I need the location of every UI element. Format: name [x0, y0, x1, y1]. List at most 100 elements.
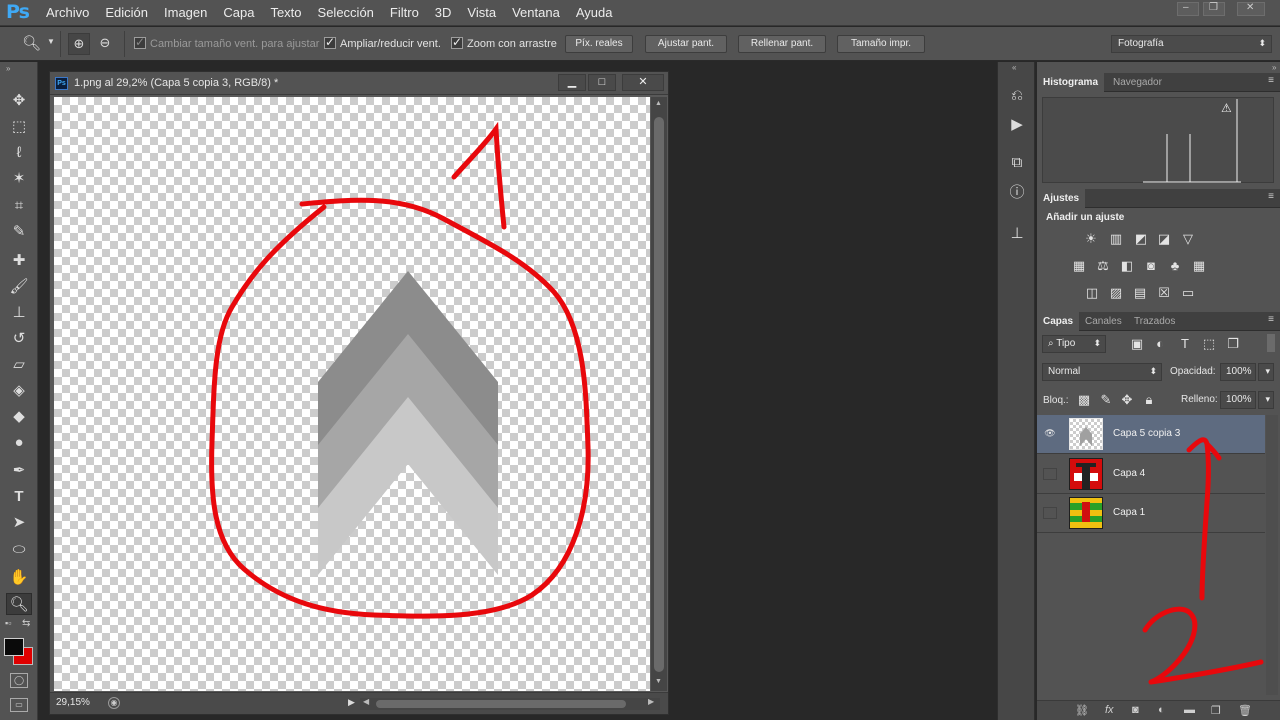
- fill-input[interactable]: 100%: [1220, 391, 1256, 409]
- scroll-down-icon[interactable]: ▼: [655, 678, 662, 685]
- brush-icon[interactable]: 🖌︎: [6, 276, 32, 298]
- menu-filtro[interactable]: Filtro: [382, 0, 427, 26]
- filter-adjustment-icon[interactable]: ◐: [1151, 336, 1169, 352]
- tab-navegador[interactable]: Navegador: [1107, 73, 1168, 92]
- opacity-input[interactable]: 100%: [1220, 363, 1256, 381]
- color-balance-icon[interactable]: ⚖: [1094, 258, 1112, 274]
- tab-canales[interactable]: Canales: [1079, 312, 1128, 331]
- marquee-icon[interactable]: ⬚: [6, 116, 32, 138]
- vertical-scrollbar[interactable]: ▲ ▼: [651, 97, 667, 691]
- scroll-right-icon[interactable]: ▶: [648, 697, 654, 706]
- history-icon[interactable]: ⎌: [1006, 85, 1028, 107]
- magic-wand-icon[interactable]: ✶: [6, 168, 32, 190]
- dodge-icon[interactable]: ●: [6, 432, 32, 454]
- histogram-warning-icon[interactable]: ⚠: [1221, 101, 1232, 115]
- workspace-select[interactable]: Fotografía ⬍: [1111, 35, 1272, 53]
- menu-capa[interactable]: Capa: [215, 0, 262, 26]
- curves-icon[interactable]: ◩: [1132, 231, 1150, 247]
- panel-menu-icon[interactable]: ≡: [1268, 314, 1274, 325]
- app-restore-button[interactable]: ❐: [1203, 2, 1225, 16]
- type-icon[interactable]: T: [6, 486, 32, 508]
- menu-archivo[interactable]: Archivo: [38, 0, 97, 26]
- delete-layer-icon[interactable]: 🗑︎: [1238, 704, 1252, 717]
- horizontal-scrollbar[interactable]: ◀ ▶: [360, 697, 660, 710]
- info-icon[interactable]: ⓘ: [1006, 182, 1028, 204]
- scrubby-zoom-checkbox[interactable]: Zoom con arrastre: [451, 35, 557, 51]
- vibrance-icon[interactable]: ▽: [1179, 231, 1197, 247]
- healing-brush-icon[interactable]: ✚: [6, 250, 32, 272]
- lasso-icon[interactable]: ℓ: [6, 142, 32, 164]
- color-lookup-icon[interactable]: ▦: [1190, 258, 1208, 274]
- doc-maximize-button[interactable]: □: [588, 74, 616, 91]
- zoom-out-icon[interactable]: ⊖: [94, 33, 116, 55]
- tool-presets-icon[interactable]: ⊥: [1006, 223, 1028, 245]
- black-white-icon[interactable]: ◧: [1118, 258, 1136, 274]
- channel-mixer-icon[interactable]: ♣: [1166, 258, 1184, 274]
- menu-imagen[interactable]: Imagen: [156, 0, 215, 26]
- scroll-left-icon[interactable]: ◀: [363, 697, 369, 706]
- tab-ajustes[interactable]: Ajustes: [1037, 189, 1086, 208]
- threshold-icon[interactable]: ▤: [1131, 285, 1149, 301]
- menu-ventana[interactable]: Ventana: [504, 0, 568, 26]
- fill-screen-button[interactable]: Rellenar pant.: [738, 35, 826, 53]
- tab-histograma[interactable]: Histograma: [1037, 73, 1105, 92]
- blend-mode-select[interactable]: Normal ⬍: [1042, 363, 1162, 381]
- new-layer-icon[interactable]: ❐: [1211, 704, 1221, 717]
- panel-menu-icon[interactable]: ≡: [1268, 75, 1274, 86]
- posterize-icon[interactable]: ▨: [1107, 285, 1125, 301]
- preset-dropdown-icon[interactable]: ▼: [47, 37, 55, 46]
- app-close-button[interactable]: ✕: [1237, 2, 1265, 16]
- print-size-button[interactable]: Tamaño impr.: [837, 35, 925, 53]
- canvas[interactable]: [54, 97, 650, 691]
- swap-colors-icon[interactable]: ⇆: [22, 618, 30, 629]
- exposure-icon[interactable]: ◪: [1155, 231, 1173, 247]
- gradient-map-icon[interactable]: ▭: [1179, 285, 1197, 301]
- new-adjustment-icon[interactable]: ◐: [1158, 704, 1165, 716]
- photo-filter-icon[interactable]: ◙: [1142, 258, 1160, 274]
- resize-windows-checkbox[interactable]: Cambiar tamaño vent. para ajustar: [134, 35, 319, 51]
- tab-capas[interactable]: Capas: [1037, 312, 1080, 331]
- zoom-icon[interactable]: 🔍︎: [6, 593, 32, 615]
- zoom-in-icon[interactable]: ⊕: [68, 33, 90, 55]
- app-minimize-button[interactable]: –: [1177, 2, 1199, 16]
- status-menu-arrow-icon[interactable]: ▶: [348, 697, 355, 708]
- opacity-dropdown[interactable]: ▾: [1258, 363, 1274, 381]
- foreground-color-swatch[interactable]: [4, 638, 24, 656]
- default-colors-icon[interactable]: ▪▫: [5, 618, 11, 628]
- quick-mask-icon[interactable]: ◯: [10, 673, 28, 688]
- fill-dropdown[interactable]: ▾: [1258, 391, 1274, 409]
- lock-all-icon[interactable]: 🔒︎: [1140, 392, 1158, 408]
- filter-pixel-icon[interactable]: ▣: [1128, 336, 1146, 352]
- selective-color-icon[interactable]: ☒: [1155, 285, 1173, 301]
- collapse-strip-icon[interactable]: «: [1012, 63, 1016, 72]
- move-icon[interactable]: ✥: [6, 90, 32, 112]
- lock-image-icon[interactable]: ✎: [1097, 392, 1115, 408]
- collapse-panels-icon[interactable]: »: [1272, 63, 1276, 72]
- menu-ayuda[interactable]: Ayuda: [568, 0, 621, 26]
- hand-icon[interactable]: ✋: [6, 567, 32, 589]
- screen-mode-icon[interactable]: ▭: [10, 698, 28, 712]
- eraser-icon[interactable]: ▱: [6, 354, 32, 376]
- fx-icon[interactable]: fx: [1105, 704, 1114, 716]
- brightness-icon[interactable]: ☀: [1082, 231, 1100, 247]
- actual-pixels-button[interactable]: Píx. reales: [565, 35, 633, 53]
- filter-type-icon[interactable]: T: [1176, 336, 1194, 352]
- lock-position-icon[interactable]: ✥: [1118, 392, 1136, 408]
- ellipse-icon[interactable]: ⬭: [6, 539, 32, 561]
- status-info-icon[interactable]: ◉: [108, 697, 120, 709]
- panel-menu-icon[interactable]: ≡: [1268, 191, 1274, 202]
- filter-toggle-switch[interactable]: [1267, 334, 1275, 352]
- zoom-all-checkbox[interactable]: Ampliar/reducir vent.: [324, 35, 441, 51]
- crop-icon[interactable]: ⌗: [6, 195, 32, 217]
- menu-texto[interactable]: Texto: [262, 0, 309, 26]
- levels-icon[interactable]: ▥: [1107, 231, 1125, 247]
- filter-shape-icon[interactable]: ⬚: [1200, 336, 1218, 352]
- filter-smart-object-icon[interactable]: ❐: [1224, 336, 1242, 352]
- 3d-cube-icon[interactable]: ⧉: [1006, 152, 1028, 174]
- menu-3d[interactable]: 3D: [427, 0, 460, 26]
- path-selection-icon[interactable]: ➤: [6, 512, 32, 534]
- zoom-level[interactable]: 29,15%: [56, 697, 90, 708]
- clone-stamp-icon[interactable]: ⊥: [6, 302, 32, 324]
- add-mask-icon[interactable]: ◙: [1132, 704, 1139, 716]
- menu-edicion[interactable]: Edición: [97, 0, 156, 26]
